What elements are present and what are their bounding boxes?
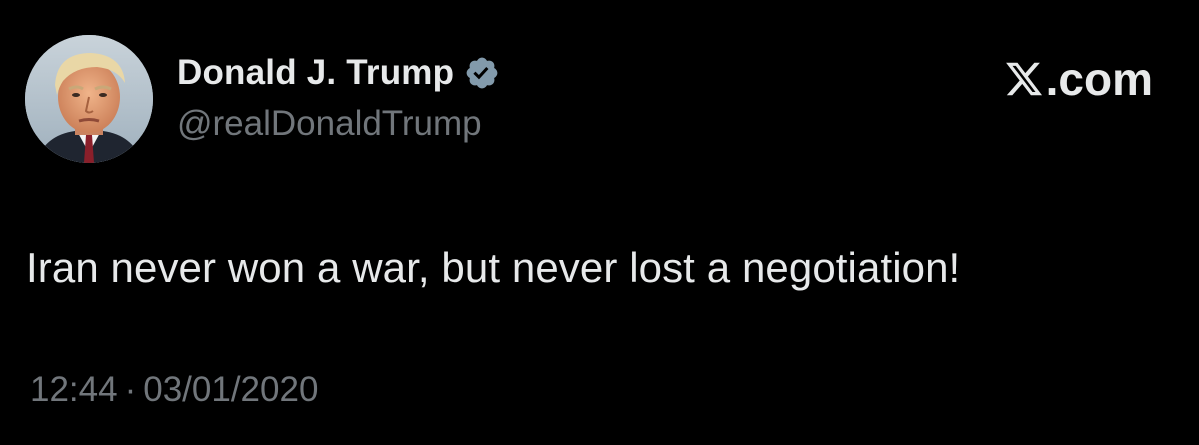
brand-domain-suffix: .com	[1045, 53, 1153, 105]
author-name-row: Donald J. Trump	[177, 48, 500, 98]
site-brand[interactable]: .com	[1004, 52, 1153, 106]
author-display-name[interactable]: Donald J. Trump	[177, 53, 454, 93]
tweet-text: Iran never won a war, but never lost a n…	[26, 244, 961, 291]
meta-separator: ·	[124, 370, 137, 409]
tweet-card: Donald J. Trump @realDonaldTrump .com Ir…	[0, 0, 1199, 445]
avatar[interactable]	[25, 35, 153, 163]
portrait-avatar-icon	[25, 35, 153, 163]
tweet-date: 03/01/2020	[143, 370, 319, 409]
verified-badge-icon	[466, 57, 498, 89]
tweet-timestamp[interactable]: 12:44 · 03/01/2020	[30, 370, 318, 410]
author-handle[interactable]: @realDonaldTrump	[177, 104, 482, 144]
x-logo-icon	[1005, 62, 1042, 96]
tweet-time: 12:44	[30, 370, 118, 409]
